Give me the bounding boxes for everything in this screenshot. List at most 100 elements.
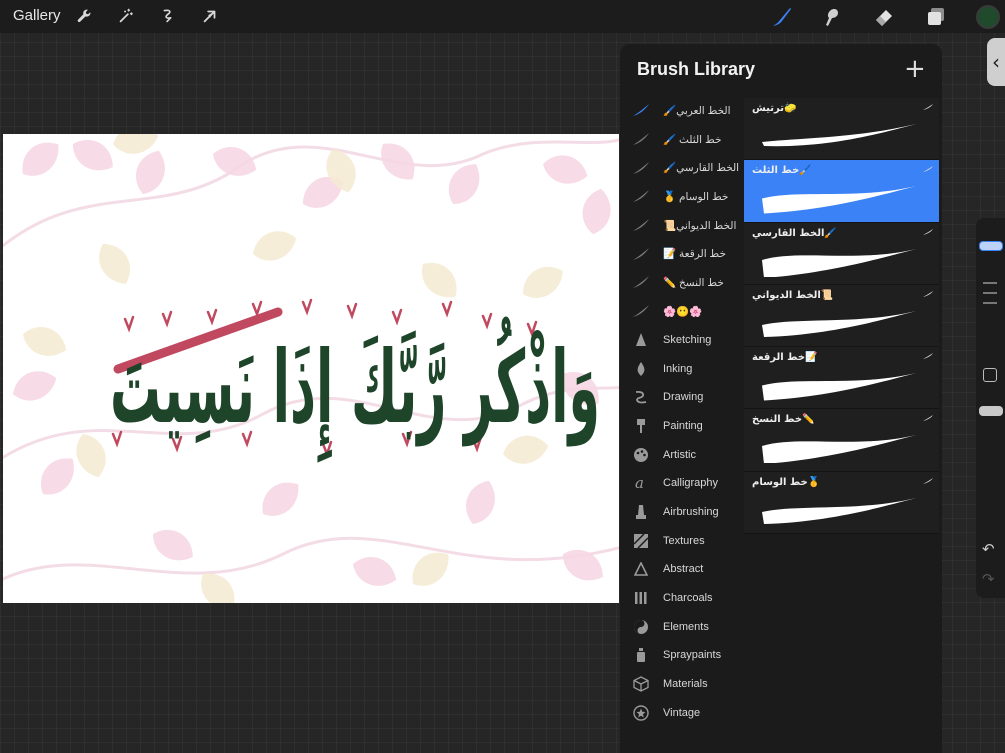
brush-set-item[interactable]: 🖌️الخط العربي <box>620 96 745 125</box>
drawing-canvas[interactable]: وَاذْكُر رَّبَّكَ إِذَا نَسِيتَ <box>3 134 619 603</box>
brush-stroke-icon <box>923 353 933 360</box>
brush-stroke-preview <box>762 435 916 464</box>
brush-set-label: Painting <box>663 419 703 432</box>
brush-set-item[interactable]: Vintage <box>620 698 745 727</box>
brush-set-label: 🖌️الخط القارسي <box>663 162 740 175</box>
expand-panel-tab[interactable]: ‹ <box>987 38 1005 86</box>
brush-set-item[interactable]: Charcoals <box>620 584 745 613</box>
brush-set-label: Abstract <box>663 563 704 576</box>
brush-set-label: Inking <box>663 362 693 375</box>
paint-brush-icon <box>632 417 650 435</box>
brush-set-item[interactable]: ✏️ خط النسخ <box>620 268 745 297</box>
redo-icon[interactable]: ↷ <box>982 570 995 588</box>
brush-set-item[interactable]: 📝 خط الرقعة <box>620 239 745 268</box>
palette-icon <box>632 446 650 464</box>
brush-stroke-icon <box>923 166 933 173</box>
brush-set-label: Drawing <box>663 391 704 404</box>
brush-stroke-icon <box>923 477 933 484</box>
brush-item[interactable]: الخط الديواني📜 <box>744 284 939 348</box>
brush-library-title: Brush Library <box>637 59 756 79</box>
brush-set-label: Materials <box>663 678 708 691</box>
brush-set-item[interactable]: 🌸😶🌸 <box>620 297 745 326</box>
brush-stroke-icon <box>632 159 650 177</box>
wrench-icon[interactable] <box>71 3 97 29</box>
brush-set-item[interactable]: Textures <box>620 526 745 555</box>
brush-stroke-preview <box>762 186 916 214</box>
modify-button[interactable] <box>983 368 997 382</box>
layers-icon[interactable] <box>923 4 949 30</box>
slider-track-mark <box>983 282 997 284</box>
color-picker-swatch[interactable] <box>976 5 1000 29</box>
undo-icon[interactable]: ↶ <box>982 540 995 558</box>
airbrush-icon <box>632 503 650 521</box>
triangle-icon <box>632 560 650 578</box>
brush-stroke-icon <box>632 216 650 234</box>
transform-arrow-icon[interactable] <box>197 3 223 29</box>
brush-set-item[interactable]: Spraypaints <box>620 641 745 670</box>
brush-item[interactable]: خط الرقعة📝 <box>744 347 939 410</box>
brush-set-item[interactable]: 📜الخط الديواني <box>620 211 745 240</box>
brush-opacity-slider[interactable] <box>979 406 1003 416</box>
brush-set-label: 🖌️ خط الثلث <box>663 133 722 146</box>
brush-set-item[interactable]: Abstract <box>620 555 745 584</box>
brush-set-label: 🌸😶🌸 <box>663 305 703 318</box>
brush-stroke-icon <box>632 302 650 320</box>
brush-sets-list: 🖌️الخط العربي 🖌️ خط الثلث 🖌️الخط القارسي 🥇 … <box>620 96 745 727</box>
smudge-icon[interactable] <box>818 4 844 30</box>
brush-stroke-preview <box>762 373 916 401</box>
eraser-icon[interactable] <box>871 4 897 30</box>
brush-name: خط الوسام🥇 <box>752 476 821 488</box>
brush-library-panel: Brush Library + 🖌️الخط العربي 🖌️ خط الثلث… <box>620 44 942 753</box>
selection-icon[interactable] <box>155 3 181 29</box>
brush-set-item[interactable]: 🖌️ خط الثلث <box>620 125 745 154</box>
brush-set-label: Calligraphy <box>663 477 719 490</box>
brush-set-label: ✏️ خط النسخ <box>663 276 724 289</box>
brush-stroke-icon <box>923 290 933 297</box>
side-toolbar: ↶ ↷ <box>976 218 1005 598</box>
slider-track-mark <box>983 292 997 294</box>
brush-set-item[interactable]: Inking <box>620 354 745 383</box>
brush-stroke-icon <box>632 101 650 119</box>
brush-set-item[interactable]: Airbrushing <box>620 498 745 527</box>
brush-item[interactable]: خط الثلث🖌️ <box>744 160 939 223</box>
star-circle-icon <box>632 704 650 722</box>
brush-stroke-preview <box>762 248 916 277</box>
brush-name: خط النسخ✏️ <box>752 414 815 426</box>
brush-item[interactable]: ترتيش🧽 <box>744 98 939 161</box>
svg-text:a: a <box>635 475 644 491</box>
brush-set-item[interactable]: Materials <box>620 670 745 699</box>
brush-icon[interactable] <box>769 4 795 30</box>
brush-size-slider[interactable] <box>979 241 1003 251</box>
brush-set-label: Textures <box>663 534 705 547</box>
brush-stroke-icon <box>632 245 650 263</box>
slider-track-mark <box>983 302 997 304</box>
gallery-button[interactable]: Gallery <box>13 7 61 24</box>
brush-item[interactable]: خط النسخ✏️ <box>744 409 939 472</box>
brush-stroke-preview <box>762 497 916 524</box>
brush-set-label: 🖌️الخط العربي <box>663 104 731 117</box>
brush-item[interactable]: خط الوسام🥇 <box>744 471 939 535</box>
brush-stroke-icon <box>632 187 650 205</box>
magic-wand-icon[interactable] <box>113 3 139 29</box>
brush-item[interactable]: الخط القارسي🖌️ <box>744 222 939 285</box>
brush-set-item[interactable]: 🥇 خط الوسام <box>620 182 745 211</box>
cube-icon <box>632 675 650 693</box>
brush-set-item[interactable]: Sketching <box>620 326 745 355</box>
brush-set-item[interactable]: Drawing <box>620 383 745 412</box>
brush-set-label: 📜الخط الديواني <box>663 219 737 232</box>
brush-set-item[interactable]: Artistic <box>620 440 745 469</box>
brush-set-label: Vintage <box>663 706 701 719</box>
charcoal-bars-icon <box>632 589 650 607</box>
brush-stroke-icon <box>923 415 933 422</box>
brush-stroke-preview <box>762 124 916 147</box>
brush-stroke-preview <box>762 310 916 337</box>
brush-stroke-icon <box>923 104 933 110</box>
brush-set-item[interactable]: Elements <box>620 612 745 641</box>
add-brush-set-button[interactable]: + <box>904 56 926 82</box>
leaf-background: وَاذْكُر رَّبَّكَ إِذَا نَسِيتَ <box>3 134 619 603</box>
brush-set-label: Charcoals <box>663 592 713 605</box>
brush-name: خط الرقعة📝 <box>752 352 818 364</box>
brush-set-item[interactable]: 🖌️الخط القارسي <box>620 153 745 182</box>
brush-set-item[interactable]: Painting <box>620 412 745 441</box>
brush-set-item[interactable]: a Calligraphy <box>620 469 745 498</box>
